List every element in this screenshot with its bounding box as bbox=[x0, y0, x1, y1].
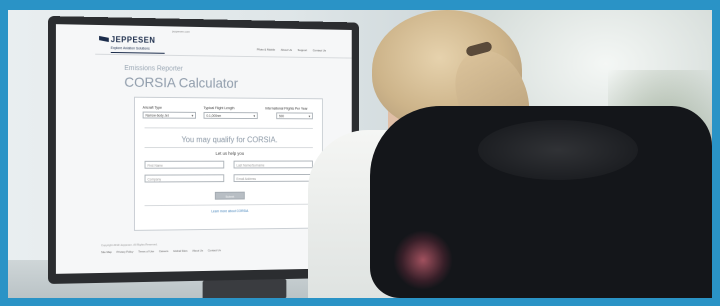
help-heading: Let us help you bbox=[215, 150, 245, 156]
aircraft-type-select[interactable]: Narrow-body Jet ▾ bbox=[142, 111, 197, 119]
nav-item-contact[interactable]: Contact Us bbox=[313, 48, 326, 52]
last-name-field[interactable]: Last Name/Surname bbox=[233, 160, 313, 169]
divider bbox=[144, 147, 313, 149]
jeppesen-logo-icon bbox=[99, 36, 109, 42]
top-nav: Pilots & Mobile About Us Support Contact… bbox=[257, 47, 326, 52]
first-name-field[interactable]: First Name bbox=[144, 160, 225, 169]
chevron-down-icon: ▾ bbox=[308, 114, 311, 119]
intl-flights-label: International Flights Per Year bbox=[265, 106, 308, 111]
divider bbox=[144, 127, 313, 129]
footer-links: Site Map Privacy Policy Terms of Use Car… bbox=[101, 248, 221, 254]
lens-flare bbox=[393, 230, 453, 290]
page-kicker: Emissions Reporter bbox=[124, 65, 183, 73]
footer-copyright: Copyright 2019 Jeppesen. All Rights Rese… bbox=[101, 242, 158, 248]
footer-link-global[interactable]: Global Sites bbox=[173, 249, 187, 253]
company-field[interactable]: Company bbox=[144, 174, 225, 183]
qualify-result: You may qualify for CORSIA. bbox=[181, 135, 278, 145]
email-field[interactable]: Email Address bbox=[233, 173, 313, 183]
divider bbox=[144, 203, 313, 207]
chair-highlight bbox=[478, 120, 638, 180]
submit-button[interactable]: Submit bbox=[214, 191, 245, 200]
nav-item-about[interactable]: About Us bbox=[281, 48, 292, 52]
footer-link-privacy[interactable]: Privacy Policy bbox=[117, 250, 134, 254]
intl-flights-value: 500 bbox=[279, 114, 285, 119]
footer-link-careers[interactable]: Careers bbox=[159, 249, 169, 253]
frame-right-border bbox=[712, 0, 720, 306]
frame-left-border bbox=[0, 0, 8, 306]
frame-bottom-border bbox=[0, 298, 720, 306]
intl-flights-select[interactable]: 500 ▾ bbox=[276, 112, 313, 120]
aircraft-type-label: Aircraft Type bbox=[142, 105, 162, 110]
header-divider bbox=[95, 53, 352, 59]
browser-url: jeppesen.com bbox=[172, 29, 191, 34]
monitor-stand bbox=[202, 279, 287, 298]
footer-link-terms[interactable]: Terms of Use bbox=[138, 249, 154, 253]
footer-link-about[interactable]: About Us bbox=[192, 249, 203, 253]
aircraft-type-value: Narrow-body Jet bbox=[145, 113, 169, 118]
flight-length-value: 0-1,000nm bbox=[206, 113, 222, 118]
nav-item-support[interactable]: Support bbox=[298, 48, 308, 52]
frame-top-border bbox=[0, 0, 720, 10]
chevron-down-icon: ▾ bbox=[253, 114, 255, 119]
chevron-down-icon: ▾ bbox=[191, 113, 194, 118]
footer-link-contact[interactable]: Contact Us bbox=[208, 248, 221, 252]
calculator-card: Aircraft Type Narrow-body Jet ▾ Typical … bbox=[133, 96, 323, 231]
photo-frame: jeppesen.com JEPPESEN Explore Aviation S… bbox=[0, 0, 720, 306]
footer-link-sitemap[interactable]: Site Map bbox=[101, 250, 112, 254]
flight-length-select[interactable]: 0-1,000nm ▾ bbox=[203, 111, 258, 120]
learn-more-link[interactable]: Learn more about CORSIA bbox=[135, 208, 322, 214]
flight-length-label: Typical Flight Length bbox=[203, 106, 235, 111]
brand-logo: JEPPESEN bbox=[110, 35, 156, 45]
nav-item-pilots[interactable]: Pilots & Mobile bbox=[257, 47, 275, 51]
page-title: CORSIA Calculator bbox=[124, 73, 239, 91]
brand-tagline[interactable]: Explore Aviation Solutions bbox=[111, 46, 150, 51]
office-photo: jeppesen.com JEPPESEN Explore Aviation S… bbox=[8, 10, 712, 298]
